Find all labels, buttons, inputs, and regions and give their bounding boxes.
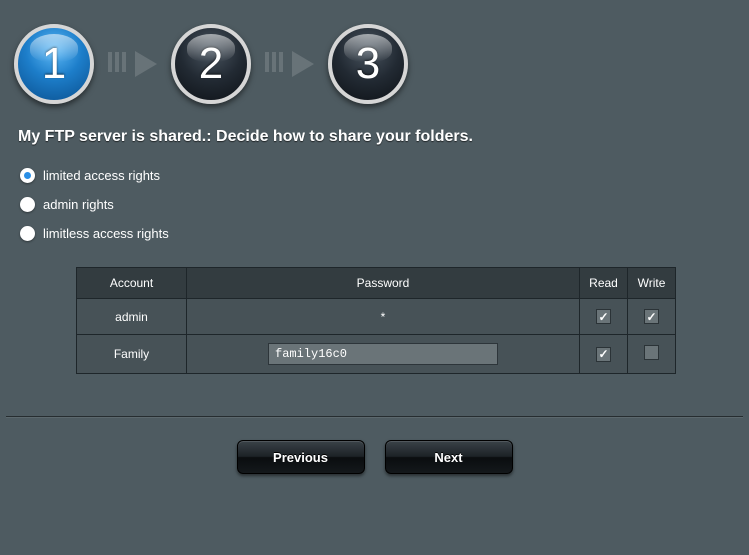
password-input[interactable] <box>268 343 498 365</box>
cell-read <box>580 299 628 335</box>
cell-read <box>580 335 628 374</box>
radio-limited-access[interactable]: limited access rights <box>20 168 729 183</box>
header-password: Password <box>187 268 580 299</box>
cell-password: * <box>187 299 580 335</box>
step-2-number: 2 <box>199 39 223 89</box>
page-title: My FTP server is shared.: Decide how to … <box>0 110 749 168</box>
radio-label: admin rights <box>43 197 114 212</box>
step-1-circle: 1 <box>14 24 94 104</box>
header-read: Read <box>580 268 628 299</box>
header-write: Write <box>628 268 676 299</box>
wizard-step-indicator: 1 2 3 <box>0 0 749 110</box>
section-divider <box>6 416 743 418</box>
access-rights-radio-group: limited access rights admin rights limit… <box>0 168 749 241</box>
next-button[interactable]: Next <box>385 440 513 474</box>
cell-account: Family <box>77 335 187 374</box>
read-checkbox[interactable] <box>596 309 611 324</box>
step-3-number: 3 <box>356 39 380 89</box>
step-2-circle: 2 <box>171 24 251 104</box>
header-account: Account <box>77 268 187 299</box>
previous-button[interactable]: Previous <box>237 440 365 474</box>
step-arrow-icon <box>108 51 157 77</box>
radio-icon <box>20 168 35 183</box>
write-checkbox[interactable] <box>644 345 659 360</box>
step-arrow-icon <box>265 51 314 77</box>
table-row: admin * <box>77 299 676 335</box>
permissions-table: Account Password Read Write admin * Fami… <box>76 267 676 374</box>
cell-password <box>187 335 580 374</box>
step-1-number: 1 <box>42 39 66 89</box>
radio-admin-rights[interactable]: admin rights <box>20 197 729 212</box>
radio-icon <box>20 226 35 241</box>
radio-label: limited access rights <box>43 168 160 183</box>
cell-account: admin <box>77 299 187 335</box>
radio-label: limitless access rights <box>43 226 169 241</box>
radio-limitless-access[interactable]: limitless access rights <box>20 226 729 241</box>
wizard-button-row: Previous Next <box>0 440 749 474</box>
write-checkbox[interactable] <box>644 309 659 324</box>
read-checkbox[interactable] <box>596 347 611 362</box>
table-header-row: Account Password Read Write <box>77 268 676 299</box>
radio-icon <box>20 197 35 212</box>
step-3-circle: 3 <box>328 24 408 104</box>
cell-write <box>628 335 676 374</box>
cell-write <box>628 299 676 335</box>
table-row: Family <box>77 335 676 374</box>
